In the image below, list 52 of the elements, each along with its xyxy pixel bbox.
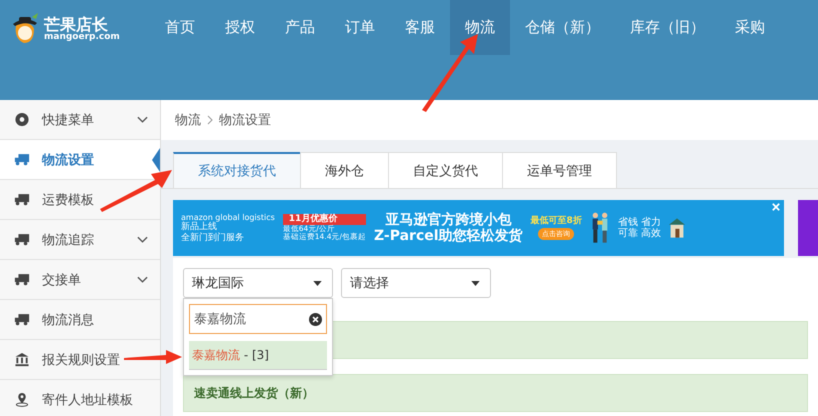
gear-icon	[14, 112, 30, 127]
nav-tab[interactable]: 采购	[720, 0, 780, 55]
sidebar-item[interactable]: 物流设置	[0, 140, 160, 180]
caret-icon	[313, 280, 322, 286]
second-select[interactable]: 请选择	[341, 268, 491, 298]
banner-text: 新品上线	[181, 222, 217, 232]
truck-icon	[14, 232, 30, 247]
tab[interactable]: 海外仓	[300, 152, 389, 188]
caret-icon	[471, 280, 480, 286]
nav-tab[interactable]: 订单	[330, 0, 390, 55]
nav-tab[interactable]: 物流	[450, 0, 510, 55]
tab[interactable]: 运单号管理	[502, 152, 617, 188]
annotation-arrow	[124, 350, 182, 364]
promo-tag: 11月优惠价	[282, 214, 366, 225]
nav-tab[interactable]: 产品	[270, 0, 330, 55]
logo-domain: mangoerp.com	[44, 32, 120, 42]
truck-icon	[14, 192, 30, 207]
nav-tab[interactable]: 仓储（新）	[510, 0, 615, 55]
sidebar-item[interactable]: 物流追踪	[0, 220, 160, 260]
banner-headline: 亚马逊官方跨境小包	[385, 212, 512, 228]
close-icon[interactable]	[772, 203, 780, 211]
truck-icon	[14, 272, 30, 287]
banner-text: 省钱 省力	[618, 216, 661, 228]
bank-icon	[14, 352, 30, 367]
sidebar-item[interactable]: 物流消息	[0, 300, 160, 340]
banner-text: 全新门到门服务	[181, 232, 245, 243]
sidebar-item[interactable]: 寄件人地址模板	[0, 380, 160, 416]
carrier-select[interactable]: 琳龙国际	[183, 268, 333, 298]
sidebar-item[interactable]: 交接单	[0, 260, 160, 300]
house-icon	[669, 218, 685, 238]
dropdown-option[interactable]: 泰嘉物流 - [3]	[189, 341, 327, 370]
logo-name: 芒果店长	[44, 16, 108, 32]
breadcrumb-link[interactable]: 物流设置	[219, 111, 271, 129]
truck-icon	[14, 152, 30, 167]
nav-tab[interactable]: 客服	[390, 0, 450, 55]
banner-headline: Z-Parcel助您轻松发货	[374, 228, 523, 244]
discount-text: 最低可至8折	[530, 216, 582, 226]
nav-tab[interactable]: 授权	[210, 0, 270, 55]
carrier-group-row[interactable]: 速卖通线上发货（新）	[183, 374, 808, 412]
nav-tab[interactable]: 首页	[150, 0, 210, 55]
clear-icon[interactable]	[309, 312, 322, 326]
banner-brand-text: amazon global logistics	[181, 213, 275, 222]
nav-tab[interactable]: 库存（旧）	[615, 0, 720, 55]
location-pin-icon	[14, 392, 30, 407]
active-pointer-icon	[152, 148, 160, 172]
chevron-right-icon	[207, 115, 213, 125]
tab[interactable]: 系统对接货代	[173, 152, 301, 188]
banner-text: 可靠 高效	[618, 228, 661, 240]
breadcrumb-link[interactable]: 物流	[175, 111, 201, 129]
truck-icon	[14, 312, 30, 327]
tab[interactable]: 自定义货代	[388, 152, 503, 188]
search-field[interactable]: 泰嘉物流	[189, 304, 327, 334]
